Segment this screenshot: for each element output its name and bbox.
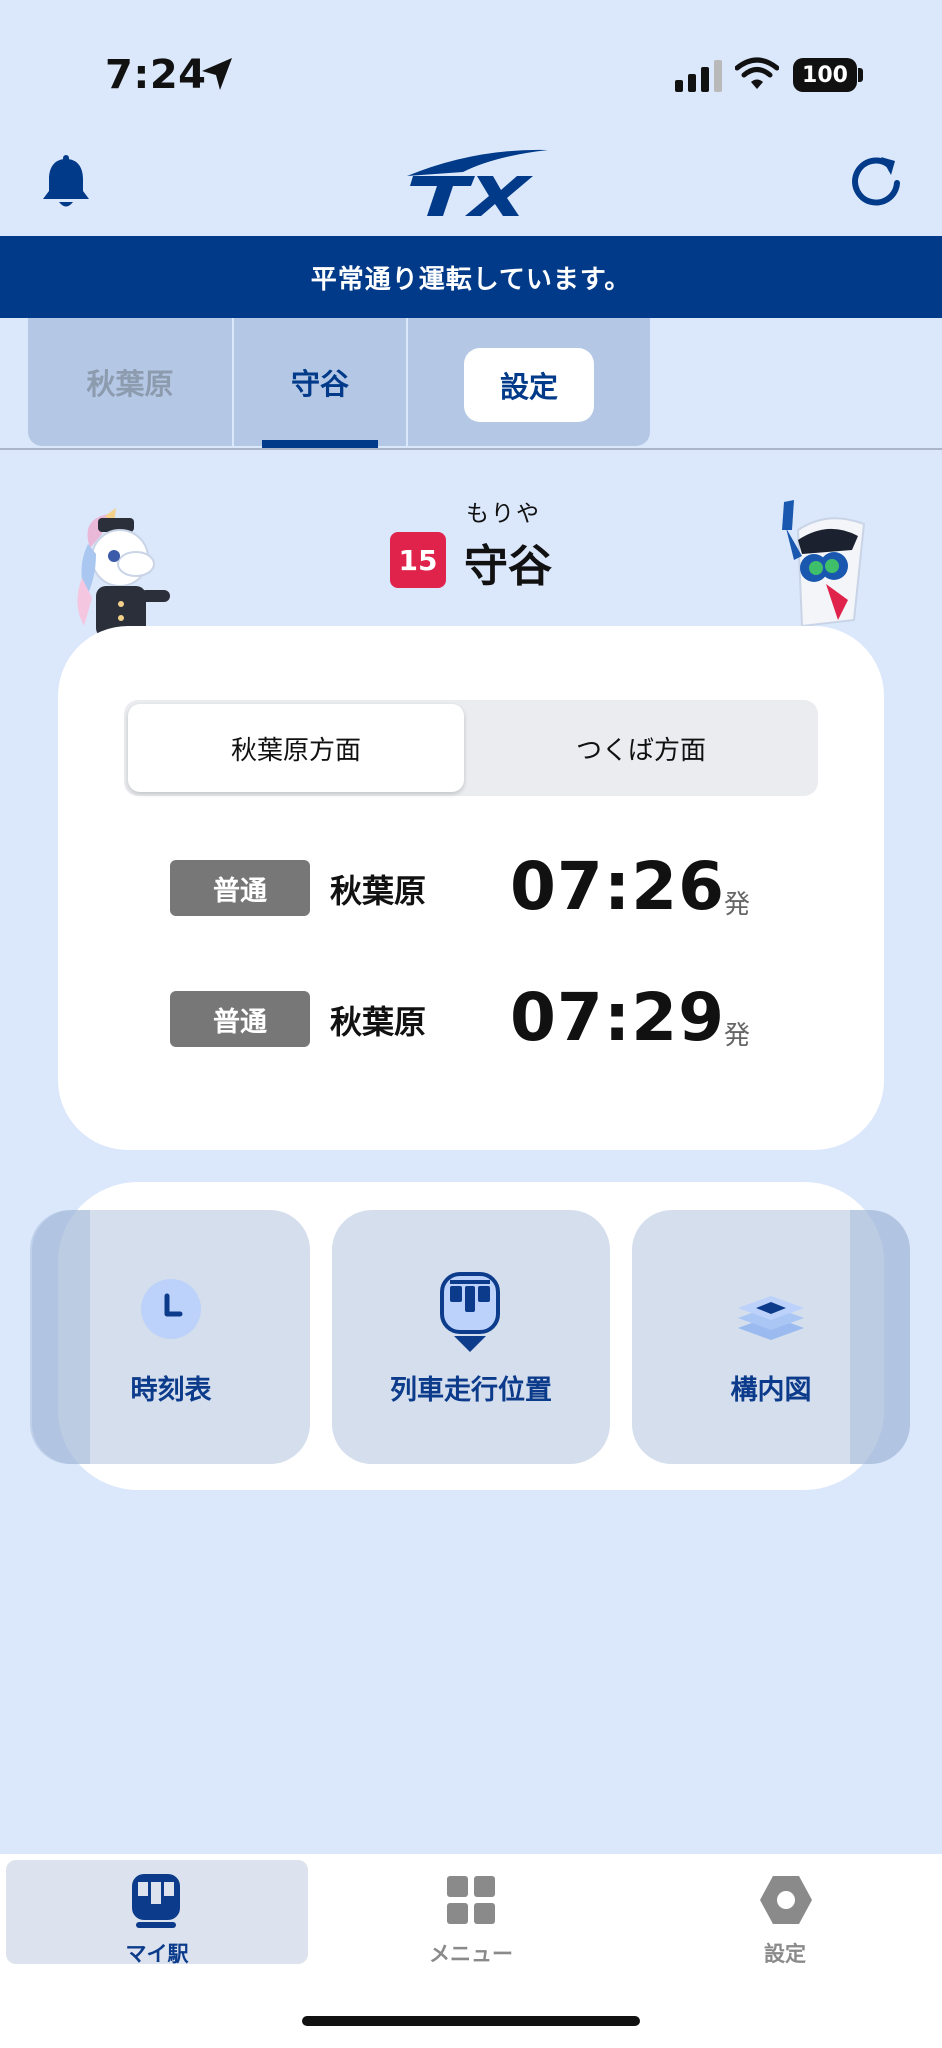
station-name: 守谷: [464, 541, 552, 592]
service-status-banner: 平常通り運転しています。: [0, 236, 942, 318]
tab-moriya[interactable]: 守谷: [234, 318, 406, 446]
station-number-badge: 15: [390, 532, 446, 588]
departure-suffix: 発: [724, 1021, 751, 1051]
grid-icon[interactable]: [445, 1874, 497, 1926]
direction-tsukuba-button[interactable]: つくば方面: [468, 704, 814, 792]
nav-my-station-label: マイ駅: [125, 1942, 189, 1966]
departure-destination: 秋葉原: [330, 1003, 427, 1041]
battery-tip: [858, 68, 863, 82]
train-position-icon: [440, 1272, 500, 1352]
train-type-badge: 普通: [170, 991, 310, 1047]
departure-time: 07:29: [510, 979, 726, 1056]
hexagon-icon[interactable]: [758, 1874, 814, 1926]
layers-icon: [738, 1296, 804, 1340]
tx-mascot-image: [782, 500, 866, 628]
departure-time: 07:26: [510, 848, 726, 925]
home-indicator: [302, 2016, 640, 2026]
train-icon: [132, 1874, 180, 1928]
train-type-badge: 普通: [170, 860, 310, 916]
tx-logo: [407, 149, 548, 216]
wifi-icon: [735, 57, 779, 89]
departure-destination: 秋葉原: [330, 872, 427, 910]
timetable-label: 時刻表: [130, 1375, 212, 1406]
departure-suffix: 発: [724, 890, 751, 920]
tab-akihabara[interactable]: 秋葉原: [28, 318, 232, 446]
nav-settings-label[interactable]: 設定: [634, 1938, 936, 1968]
clock-icon: [141, 1279, 201, 1339]
tabs-divider-line: [0, 448, 942, 450]
cellular-signal-icon: [675, 58, 722, 92]
status-time: 7:24: [105, 52, 207, 98]
station-map-label: 構内図: [730, 1375, 812, 1406]
direction-akihabara-button[interactable]: 秋葉原方面: [128, 704, 464, 792]
tab-settings-button[interactable]: 設定: [464, 348, 594, 422]
battery-indicator: 100: [793, 58, 857, 92]
station-furigana: もりや: [466, 501, 541, 527]
train-position-label: 列車走行位置: [390, 1375, 552, 1406]
nav-menu-label[interactable]: メニュー: [320, 1938, 622, 1968]
unicorn-mascot-image: [77, 508, 170, 638]
refresh-icon[interactable]: [847, 153, 905, 211]
notification-bell-icon[interactable]: [40, 155, 92, 211]
tab-divider: [406, 318, 408, 446]
location-arrow-icon: [202, 58, 232, 90]
active-tab-indicator: [262, 440, 378, 448]
